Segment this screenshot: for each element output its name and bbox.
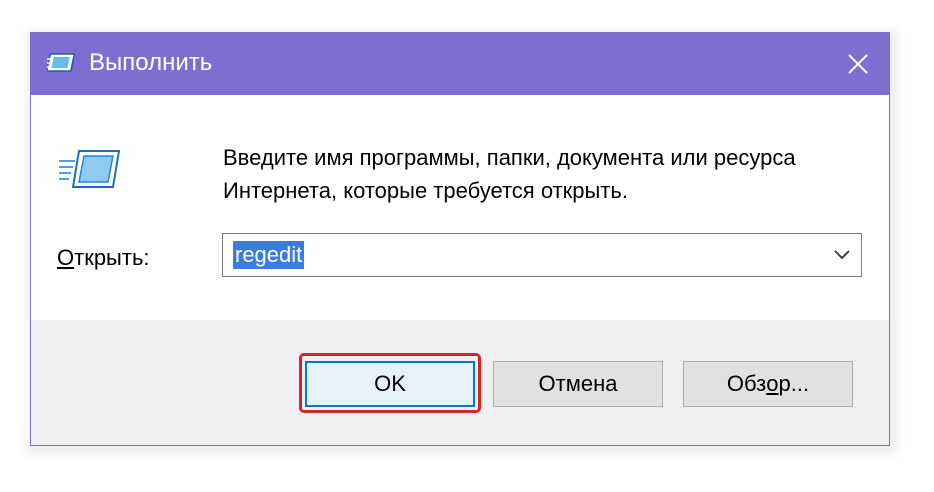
run-dialog: Выполнить Введите имя программы, папки, … (30, 32, 890, 446)
ok-button-label: OK (374, 371, 406, 396)
cancel-button[interactable]: Отмена (493, 361, 663, 407)
browse-button[interactable]: Обз о р... (683, 361, 853, 407)
dialog-content: Введите имя программы, папки, документа … (31, 95, 889, 320)
close-button[interactable] (827, 33, 889, 95)
run-dialog-icon (59, 150, 121, 188)
description-text: Введите имя программы, папки, документа … (223, 145, 796, 203)
window-title: Выполнить (89, 49, 213, 76)
browse-label-mnemonic: о (766, 371, 779, 396)
run-app-icon (47, 53, 76, 72)
chevron-down-icon[interactable] (833, 248, 851, 262)
ok-button[interactable]: OK (305, 361, 475, 407)
browse-label-after: р... (778, 371, 810, 396)
cancel-button-label: Отмена (538, 371, 618, 396)
close-icon (848, 54, 868, 74)
open-label-rest: ткрыть: (74, 245, 150, 270)
title-bar[interactable]: Выполнить (31, 33, 889, 95)
open-input-value[interactable]: regedit (233, 241, 305, 269)
open-label-mnemonic: О (57, 245, 75, 270)
open-label: Открыть: (57, 245, 150, 271)
open-combobox[interactable]: regedit (222, 233, 862, 277)
browse-label-before: Обз (726, 371, 767, 396)
